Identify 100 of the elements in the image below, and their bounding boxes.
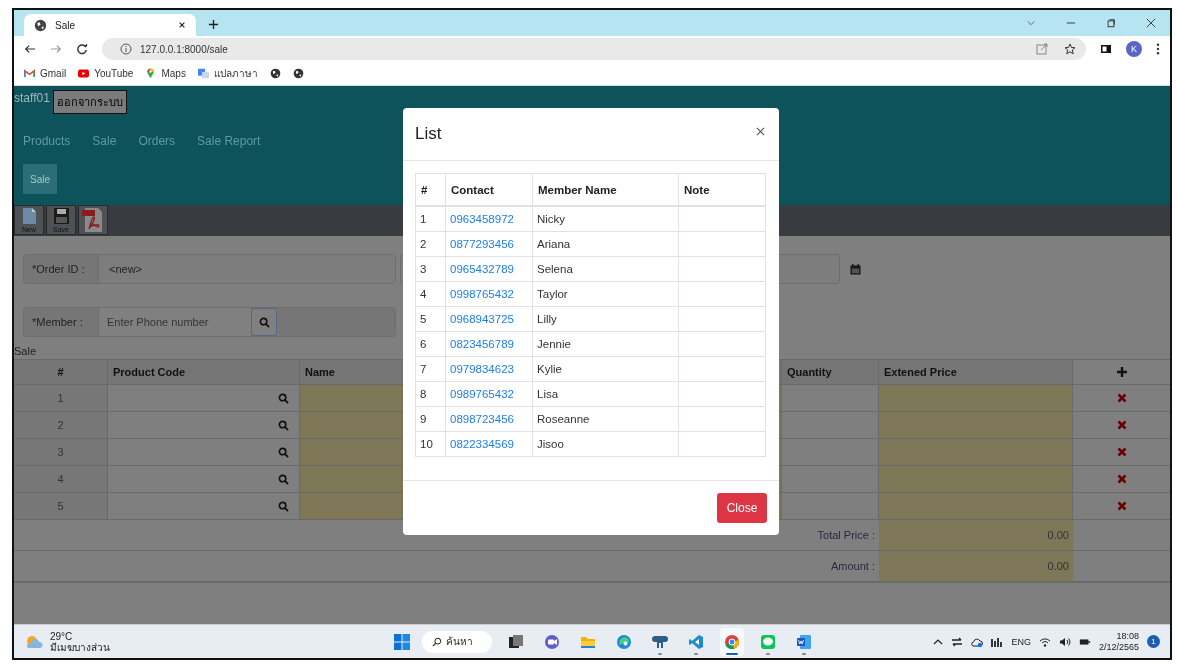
order-id-field[interactable]: *Order ID : <new> <box>23 254 396 284</box>
delete-icon[interactable] <box>1116 447 1127 457</box>
sync-icon[interactable] <box>951 635 964 648</box>
row-number: 1 <box>14 385 108 412</box>
menu-icon[interactable] <box>1156 43 1160 55</box>
volume-icon[interactable] <box>1058 635 1071 648</box>
new-tab-icon[interactable] <box>208 19 219 30</box>
bookmark[interactable] <box>269 68 281 79</box>
reload-icon[interactable] <box>76 43 88 55</box>
table-cell: 6 <box>415 331 446 357</box>
wifi-icon[interactable] <box>1038 635 1051 648</box>
tab-title: Sale <box>55 19 76 31</box>
language-indicator[interactable]: ENG <box>1011 636 1031 647</box>
table-cell: 2 <box>415 231 446 257</box>
product-code-cell[interactable] <box>108 466 300 493</box>
browser-tab[interactable]: Sale <box>24 14 196 36</box>
search-icon[interactable] <box>278 473 289 485</box>
notification-badge[interactable]: 1 <box>1147 635 1160 648</box>
bookmark[interactable]: YouTube <box>78 68 134 79</box>
translate-icon <box>197 68 209 79</box>
total-value: 0.00 <box>879 520 1073 551</box>
total-label: Amount : <box>830 560 875 572</box>
column-header: Quantity <box>782 360 879 385</box>
browser-icon[interactable] <box>720 627 744 656</box>
bookmark[interactable]: แปลภาษา <box>197 66 258 81</box>
sale-button[interactable]: Sale <box>23 164 57 194</box>
map-pin-icon <box>145 68 157 79</box>
table-cell: 8 <box>415 381 446 407</box>
column-header: Product Code <box>108 360 300 385</box>
temperature: 29°C <box>50 630 74 642</box>
close-button[interactable]: Close <box>717 493 767 523</box>
column-header: Extened Price <box>879 360 1073 385</box>
address-bar[interactable]: 127.0.0.1:8000/sale <box>102 38 1086 60</box>
star-icon[interactable] <box>1064 43 1076 55</box>
table-cell: Ariana <box>532 231 679 257</box>
bookmark[interactable] <box>292 68 304 79</box>
close-icon[interactable] <box>1146 18 1156 28</box>
start-icon[interactable] <box>394 633 410 650</box>
table-cell: Selena <box>532 256 679 282</box>
close-icon[interactable] <box>756 126 765 136</box>
forward-icon[interactable] <box>50 43 62 55</box>
share-icon[interactable] <box>1036 43 1048 55</box>
pdf-file-icon <box>81 207 105 233</box>
nav-link[interactable]: Sale <box>92 134 117 148</box>
calendar-icon[interactable] <box>850 263 861 275</box>
table-cell: Roseanne <box>532 406 679 432</box>
quantity-cell[interactable] <box>782 493 879 520</box>
bookmark[interactable]: Gmail <box>24 68 67 79</box>
column-header: Contact <box>445 173 533 206</box>
quantity-cell[interactable] <box>782 439 879 466</box>
clock-time[interactable]: 18:08 <box>1116 630 1139 642</box>
taskbar-search[interactable]: ค้นหา <box>422 630 492 653</box>
table-cell: Nicky <box>532 206 679 232</box>
quantity-cell[interactable] <box>782 466 879 493</box>
side-panel-icon[interactable] <box>1100 43 1112 55</box>
url-text: 127.0.0.1:8000/sale <box>140 43 228 55</box>
delete-icon[interactable] <box>1116 420 1127 430</box>
weather-text: มีเมฆบางส่วน <box>50 641 110 653</box>
info-icon <box>120 43 132 55</box>
table-cell: Jisoo <box>532 431 679 457</box>
globe-icon <box>269 68 281 79</box>
profile-avatar[interactable]: K <box>1126 41 1142 57</box>
username: staff01 <box>14 90 50 105</box>
plus-icon <box>1115 366 1128 378</box>
nav-link[interactable]: Sale Report <box>197 134 261 148</box>
delete-icon[interactable] <box>1116 393 1127 403</box>
column-header: # <box>14 360 108 385</box>
restore-icon[interactable] <box>1106 18 1116 28</box>
search-icon[interactable] <box>278 419 289 431</box>
table-cell: 1 <box>415 206 446 232</box>
product-code-cell[interactable] <box>108 385 300 412</box>
search-icon[interactable] <box>278 446 289 458</box>
product-code-cell[interactable] <box>108 412 300 439</box>
nav-link[interactable]: Products <box>23 134 71 148</box>
table-cell: Taylor <box>532 281 679 307</box>
table-cell: Kylie <box>532 356 679 382</box>
nav-link[interactable]: Orders <box>138 134 176 148</box>
close-tab-icon[interactable] <box>178 21 186 29</box>
bookmark[interactable]: Maps <box>145 68 186 79</box>
play-icon <box>78 68 90 79</box>
modal-title: List <box>415 124 442 144</box>
table-cell: 10 <box>415 431 446 457</box>
column-header: Member Name <box>532 173 679 206</box>
search-icon[interactable] <box>278 392 289 404</box>
delete-icon[interactable] <box>1116 501 1127 511</box>
delete-icon[interactable] <box>1116 474 1127 484</box>
back-icon[interactable] <box>24 43 36 55</box>
clock-date[interactable]: 2/12/2565 <box>1098 641 1139 653</box>
product-code-cell[interactable] <box>108 493 300 520</box>
table-cell: 9 <box>415 406 446 432</box>
product-code-cell[interactable] <box>108 439 300 466</box>
logout-button[interactable]: ออกจากระบบ <box>52 90 127 114</box>
pdf-button[interactable] <box>78 205 108 235</box>
search-icon[interactable] <box>278 500 289 512</box>
column-header: # <box>415 173 446 206</box>
total-value: 0.00 <box>879 551 1073 582</box>
chart-icon[interactable] <box>991 635 1004 648</box>
quantity-cell[interactable] <box>782 385 879 412</box>
quantity-cell[interactable] <box>782 412 879 439</box>
table-cell: 5 <box>415 306 446 332</box>
